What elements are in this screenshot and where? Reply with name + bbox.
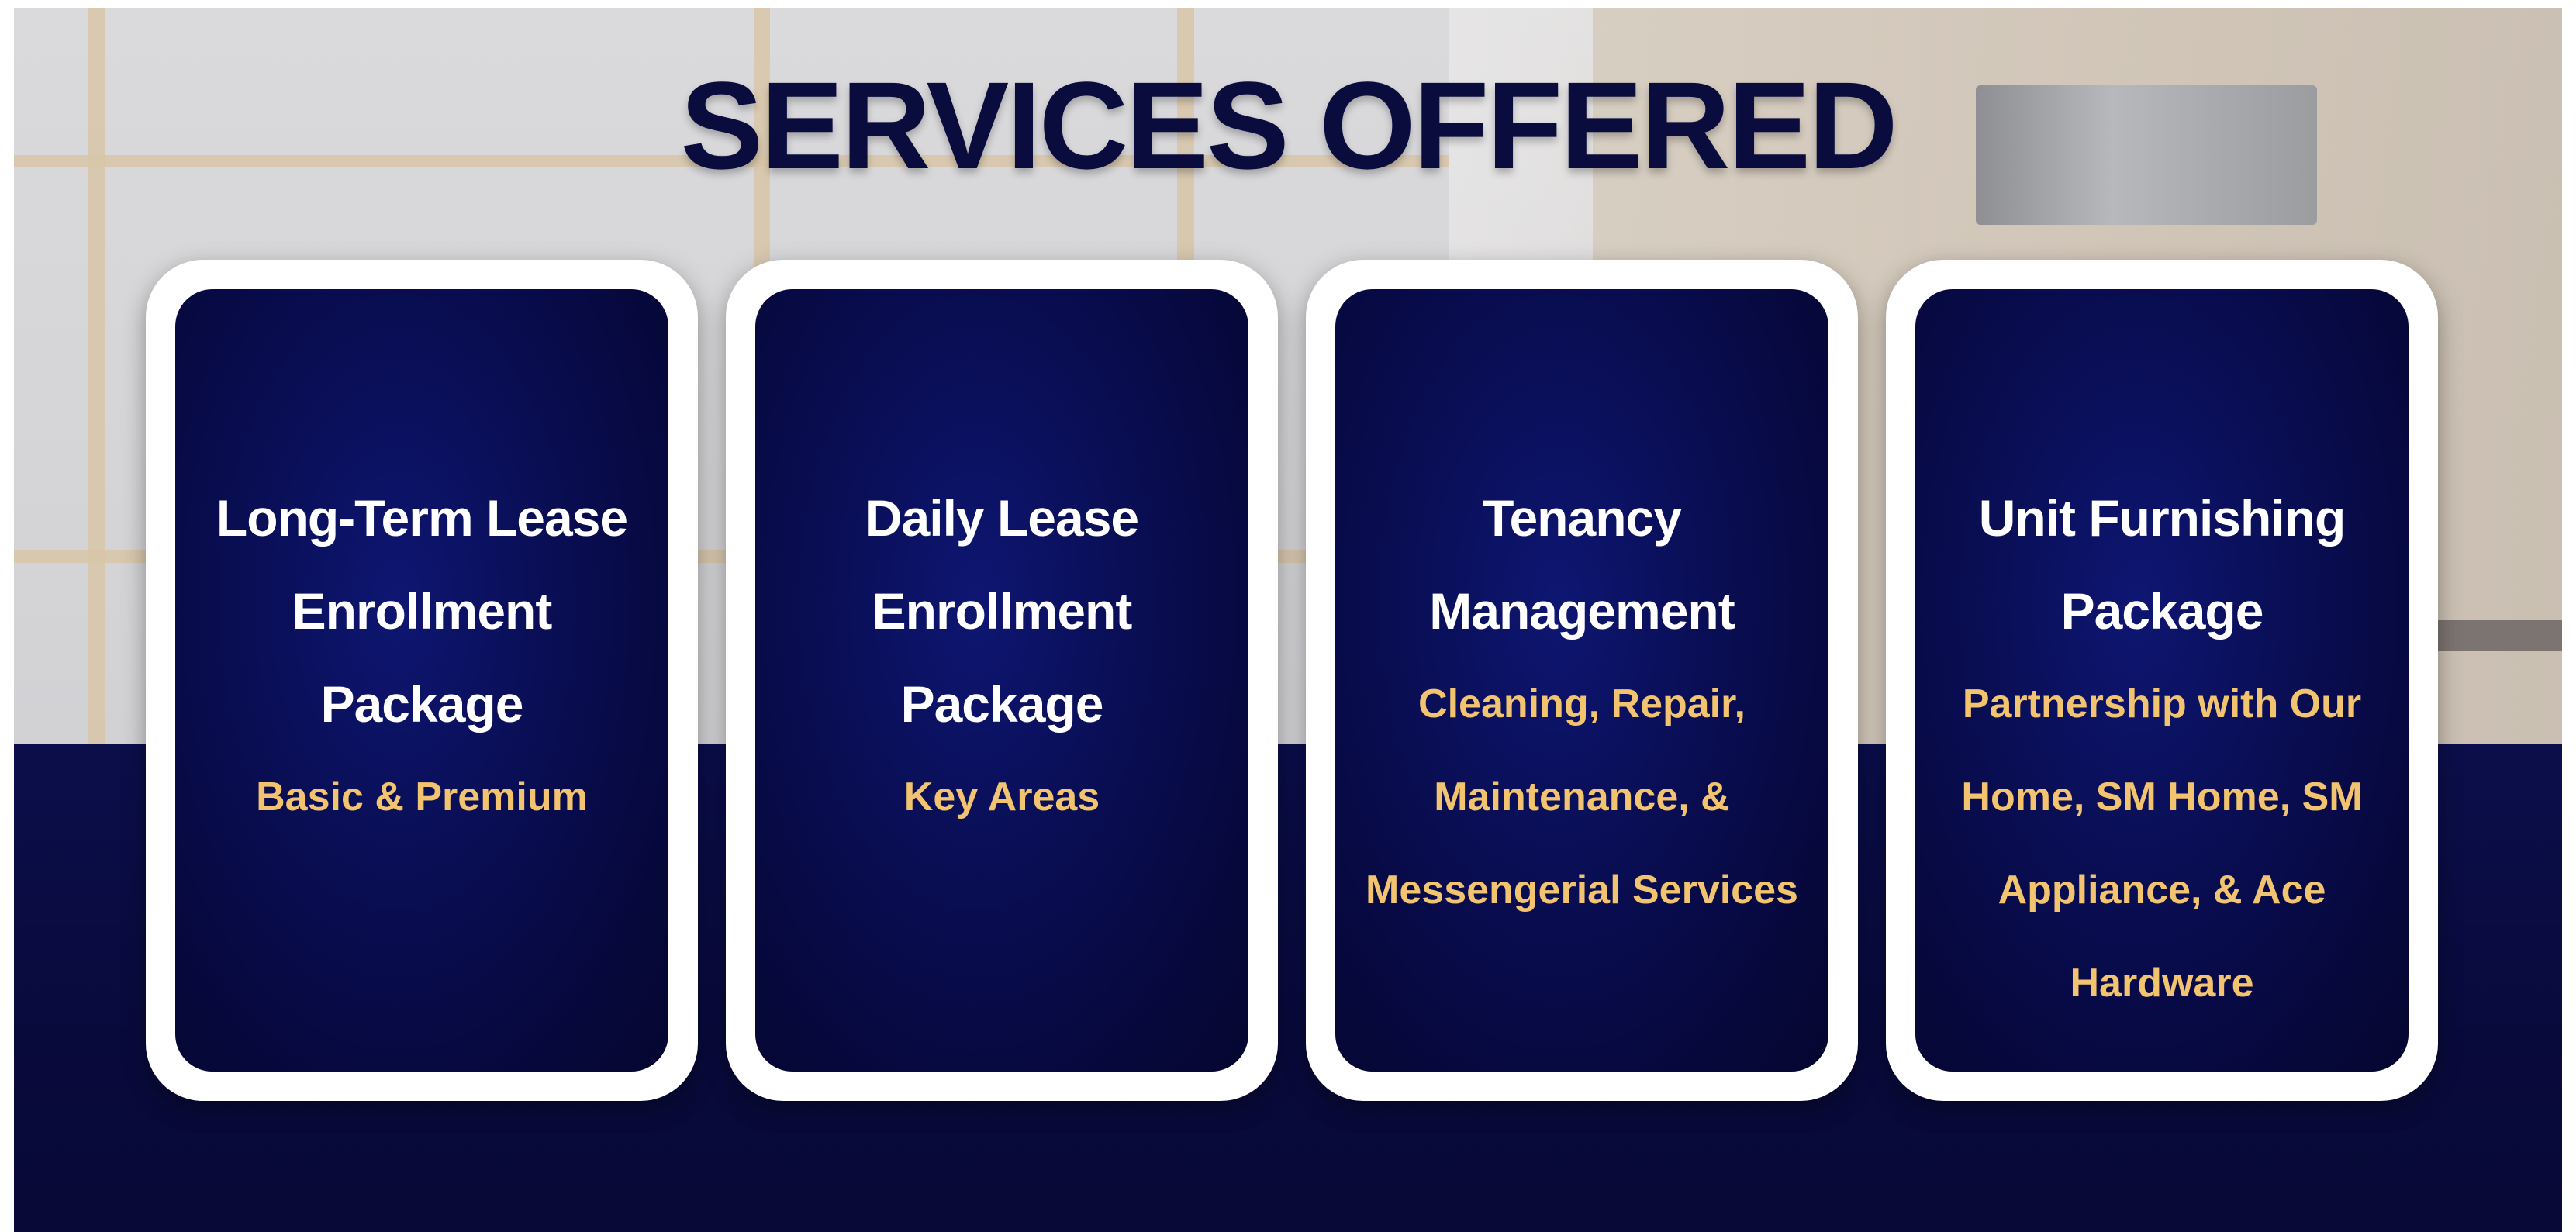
service-card-long-term-lease: Long-Term Lease Enrollment Package Basic… (146, 260, 698, 1101)
service-subtitle: Partnership with Our Home, SM Home, SM A… (1961, 682, 2363, 1006)
card-content: Daily Lease Enrollment Package Key Areas (763, 471, 1241, 844)
service-subtitle: Cleaning, Repair, Maintenance, & Messeng… (1366, 682, 1798, 913)
service-heading: Tenancy Management (1429, 489, 1735, 640)
service-heading: Daily Lease Enrollment Package (865, 489, 1139, 733)
service-subtitle: Key Areas (903, 775, 1100, 820)
service-card-unit-furnishing: Unit Furnishing Package Partnership with… (1886, 260, 2438, 1101)
service-card-daily-lease: Daily Lease Enrollment Package Key Areas (726, 260, 1278, 1101)
slide: SERVICES OFFERED Long-Term Lease Enrollm… (14, 8, 2562, 1232)
page-title: SERVICES OFFERED (680, 56, 1897, 195)
card-panel: Daily Lease Enrollment Package Key Areas (755, 289, 1248, 1072)
service-heading: Unit Furnishing Package (1978, 489, 2346, 640)
card-panel: Unit Furnishing Package Partnership with… (1915, 289, 2409, 1072)
card-content: Long-Term Lease Enrollment Package Basic… (183, 471, 661, 844)
card-panel: Long-Term Lease Enrollment Package Basic… (175, 289, 668, 1072)
card-content: Unit Furnishing Package Partnership with… (1923, 471, 2401, 1030)
service-subtitle: Basic & Premium (256, 775, 588, 820)
service-card-tenancy-management: Tenancy Management Cleaning, Repair, Mai… (1306, 260, 1858, 1101)
service-heading: Long-Term Lease Enrollment Package (216, 489, 628, 733)
card-content: Tenancy Management Cleaning, Repair, Mai… (1343, 471, 1821, 937)
card-panel: Tenancy Management Cleaning, Repair, Mai… (1335, 289, 1828, 1072)
